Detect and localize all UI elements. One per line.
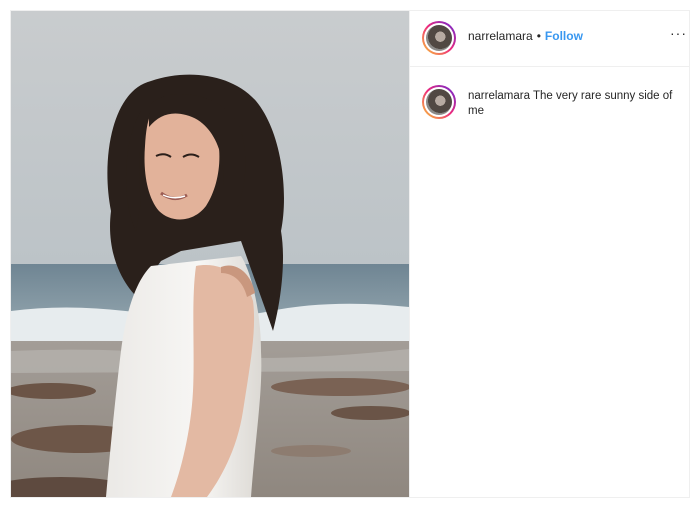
beach-portrait-image bbox=[11, 11, 409, 497]
profile-picture bbox=[426, 89, 452, 115]
post-photo[interactable] bbox=[11, 11, 409, 497]
post-header: narrelamara • Follow ··· bbox=[410, 11, 689, 67]
follow-button[interactable]: Follow bbox=[545, 29, 583, 43]
separator-dot: • bbox=[536, 29, 541, 43]
instagram-post: narrelamara • Follow ··· narrelamara The v… bbox=[10, 10, 690, 498]
caption-username-link[interactable]: narrelamara bbox=[468, 90, 530, 102]
caption-avatar[interactable] bbox=[422, 85, 456, 119]
more-options-icon[interactable]: ··· bbox=[670, 25, 687, 41]
profile-picture bbox=[426, 25, 452, 51]
post-sidebar: narrelamara • Follow ··· narrelamara The v… bbox=[409, 11, 689, 497]
username-link[interactable]: narrelamara bbox=[468, 29, 533, 43]
caption-text: narrelamara The very rare sunny side of … bbox=[468, 85, 675, 119]
caption-row: narrelamara The very rare sunny side of … bbox=[422, 85, 675, 119]
avatar[interactable] bbox=[422, 21, 456, 55]
username-row: narrelamara • Follow bbox=[468, 29, 583, 43]
